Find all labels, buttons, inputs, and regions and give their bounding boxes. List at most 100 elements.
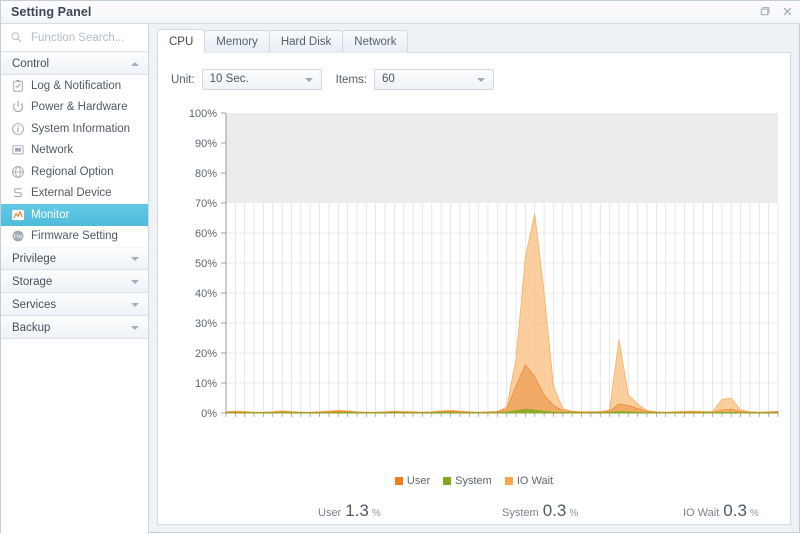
chevron-down-icon xyxy=(131,257,139,261)
window-controls xyxy=(758,5,794,18)
sidebar-group-label-privilege: Privilege xyxy=(12,253,57,265)
items-control: Items: 60 xyxy=(336,69,494,90)
network-icon xyxy=(12,145,24,155)
restore-icon[interactable] xyxy=(758,5,771,18)
stat-iowait-value: 0.3 xyxy=(723,501,747,520)
stat-iowait-unit: % xyxy=(749,508,759,519)
svg-text:10%: 10% xyxy=(195,378,217,390)
stat-user-unit: % xyxy=(371,508,381,519)
unit-control: Unit: 10 Sec. xyxy=(171,69,322,90)
tab-cpu[interactable]: CPU xyxy=(157,29,206,53)
chevron-down-icon xyxy=(476,78,485,82)
globe-icon xyxy=(12,165,24,178)
sidebar-item-label: Regional Option xyxy=(31,165,114,178)
stat-system: System 0.3 % xyxy=(502,501,578,521)
search-input[interactable] xyxy=(29,30,143,45)
sidebar-item-system-information[interactable]: System Information xyxy=(1,118,148,140)
chevron-down-icon xyxy=(131,280,139,284)
cpu-chart: 0% 10% 20% 30% 40% 50% 60% 70% 80% 90% 100% xyxy=(158,105,790,485)
legend-item-iowait: IO Wait xyxy=(504,475,554,487)
svg-text:100%: 100% xyxy=(189,108,217,120)
stat-system-value: 0.3 xyxy=(542,501,567,520)
chart-line-icon xyxy=(12,209,24,220)
function-search-row[interactable] xyxy=(1,24,148,52)
sidebar-item-label: External Device xyxy=(31,187,112,200)
sidebar-item-power-hardware[interactable]: Power & Hardware xyxy=(1,97,148,119)
sidebar-group-label-storage: Storage xyxy=(12,276,53,288)
legend-label-iowait: IO Wait xyxy=(516,475,554,487)
unit-selected-value: 10 Sec. xyxy=(209,73,249,85)
svg-text:50%: 50% xyxy=(195,258,217,270)
tab-bar: CPU Memory Hard Disk Network xyxy=(157,29,409,53)
sidebar-item-label: System Information xyxy=(31,122,131,135)
window-title: Setting Panel xyxy=(11,5,92,19)
cpu-panel: Unit: 10 Sec. Items: 60 0% 10% 20% 30% 40% 50… xyxy=(157,52,791,525)
svg-text:20%: 20% xyxy=(195,348,217,360)
legend-swatch-system xyxy=(443,477,452,485)
sidebar-group-label-services: Services xyxy=(12,299,57,311)
stat-iowait: IO Wait 0.3 % xyxy=(683,501,759,521)
svg-text:FW: FW xyxy=(14,235,23,241)
sidebar-item-regional-option[interactable]: Regional Option xyxy=(1,161,148,183)
sidebar-group-privilege[interactable]: Privilege xyxy=(1,247,148,270)
firmware-icon: FW xyxy=(12,230,24,242)
info-circle-icon xyxy=(12,122,24,135)
unit-select[interactable]: 10 Sec. xyxy=(201,69,322,90)
search-icon xyxy=(11,32,22,43)
sidebar-item-label: Network xyxy=(31,144,74,157)
items-select[interactable]: 60 xyxy=(373,69,494,90)
sidebar-group-label-backup: Backup xyxy=(12,322,51,334)
power-icon xyxy=(12,100,24,113)
stat-iowait-label: IO Wait xyxy=(683,507,720,519)
svg-text:0%: 0% xyxy=(201,408,217,420)
usb-icon xyxy=(13,188,23,198)
svg-text:30%: 30% xyxy=(195,318,217,330)
sidebar-group-label-control: Control xyxy=(12,58,50,70)
chart-legend: User System IO Wait xyxy=(158,475,790,487)
cpu-stats-row: User 1.3 % System 0.3 % IO Wait 0.3 % xyxy=(158,501,790,531)
chevron-down-icon xyxy=(131,303,139,307)
chevron-down-icon xyxy=(131,326,139,330)
clipboard-check-icon xyxy=(13,79,23,92)
stat-system-unit: % xyxy=(569,508,579,519)
sidebar-group-storage[interactable]: Storage xyxy=(1,270,148,293)
setting-panel-window: Setting Panel Control xyxy=(0,0,800,534)
title-bar: Setting Panel xyxy=(1,1,800,24)
items-selected-value: 60 xyxy=(381,73,395,85)
svg-text:80%: 80% xyxy=(195,168,217,180)
stat-system-label: System xyxy=(502,507,539,519)
sidebar-group-backup[interactable]: Backup xyxy=(1,316,148,339)
legend-item-system: System xyxy=(443,475,492,487)
stat-user-label: User xyxy=(318,507,342,519)
stat-user-value: 1.3 xyxy=(345,501,369,520)
sidebar-item-network[interactable]: Network xyxy=(1,140,148,162)
tab-network[interactable]: Network xyxy=(342,30,409,53)
legend-label-system: System xyxy=(455,475,492,487)
legend-item-user: User xyxy=(394,475,430,487)
sidebar-item-label: Monitor xyxy=(31,208,70,221)
svg-text:70%: 70% xyxy=(195,198,217,210)
unit-label: Unit: xyxy=(171,73,195,86)
sidebar-item-external-device[interactable]: External Device xyxy=(1,183,148,205)
legend-swatch-user xyxy=(394,477,403,485)
sidebar-group-control[interactable]: Control xyxy=(1,52,148,75)
chart-controls: Unit: 10 Sec. Items: 60 xyxy=(171,69,494,90)
svg-text:60%: 60% xyxy=(195,228,217,240)
content-area: CPU Memory Hard Disk Network Unit: 10 Se… xyxy=(149,24,799,532)
chevron-up-icon xyxy=(131,62,139,66)
tab-hard-disk[interactable]: Hard Disk xyxy=(268,30,344,53)
sidebar-item-label: Firmware Setting xyxy=(31,230,118,243)
sidebar-item-log-notification[interactable]: Log & Notification xyxy=(1,75,148,97)
sidebar: Control Log & Notification Power & Hardw… xyxy=(1,24,149,534)
sidebar-group-services[interactable]: Services xyxy=(1,293,148,316)
legend-swatch-iowait xyxy=(504,477,513,485)
sidebar-item-monitor[interactable]: Monitor xyxy=(1,204,148,226)
sidebar-item-firmware-setting[interactable]: FW Firmware Setting xyxy=(1,226,148,248)
close-icon[interactable] xyxy=(781,5,794,18)
stat-user: User 1.3 % xyxy=(318,501,381,521)
items-label: Items: xyxy=(335,73,367,86)
tab-memory[interactable]: Memory xyxy=(204,30,270,53)
sidebar-item-label: Log & Notification xyxy=(31,79,122,92)
cpu-usage-area-chart: 0% 10% 20% 30% 40% 50% 60% 70% 80% 90% 100% xyxy=(189,108,779,420)
chevron-down-icon xyxy=(304,78,313,82)
